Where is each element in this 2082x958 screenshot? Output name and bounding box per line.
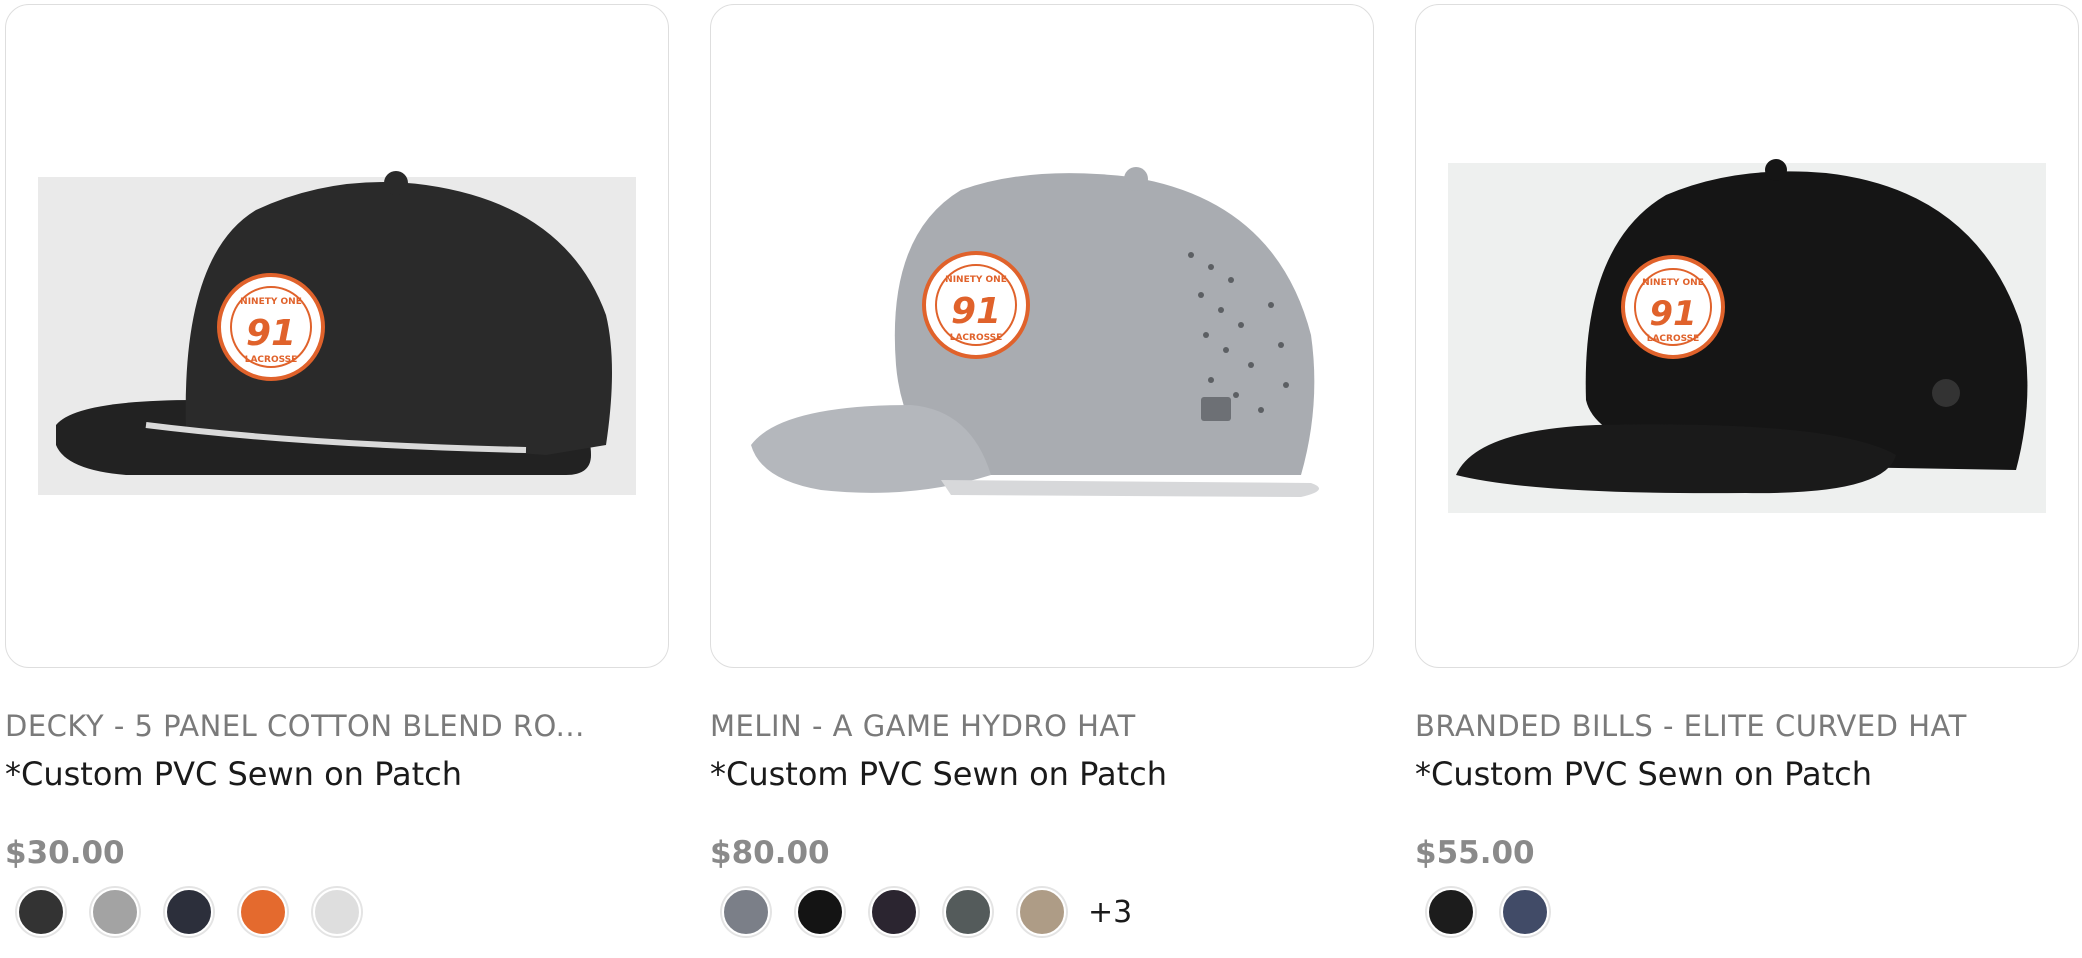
color-swatch[interactable] <box>944 888 992 936</box>
curved-hat-image: NINETY ONE 91 LACROSSE <box>1448 159 2046 513</box>
product-grid: NINETY ONE 91 LACROSSE DECKY - 5 PANEL C… <box>5 4 2079 937</box>
rope-hat-image: NINETY ONE 91 LACROSSE <box>38 171 636 495</box>
product-price: $80.00 <box>710 835 830 871</box>
product-price: $30.00 <box>5 835 125 871</box>
hydro-hat-image: NINETY ONE 91 LACROSSE <box>751 167 1319 497</box>
more-colors-link[interactable]: +3 <box>1088 895 1132 930</box>
color-swatch[interactable] <box>313 888 361 936</box>
svg-text:NINETY ONE: NINETY ONE <box>945 275 1007 285</box>
color-swatch[interactable] <box>1018 888 1066 936</box>
svg-text:LACROSSE: LACROSSE <box>950 333 1003 343</box>
product-price: $55.00 <box>1415 835 1535 871</box>
product-card[interactable]: NINETY ONE 91 LACROSSE MELIN - A GAME HY… <box>710 4 1374 937</box>
product-card[interactable]: NINETY ONE 91 LACROSSE BRANDED BILLS - E… <box>1415 4 2079 937</box>
color-swatch[interactable] <box>91 888 139 936</box>
product-title[interactable]: DECKY - 5 PANEL COTTON BLEND RO... <box>5 706 669 746</box>
ninety-one-patch-icon: NINETY ONE 91 LACROSSE <box>922 251 1030 359</box>
color-swatches: +3 <box>710 887 1374 937</box>
color-swatch[interactable] <box>17 888 65 936</box>
color-swatch[interactable] <box>1427 888 1475 936</box>
color-swatch[interactable] <box>796 888 844 936</box>
svg-text:LACROSSE: LACROSSE <box>1647 334 1700 344</box>
svg-text:NINETY ONE: NINETY ONE <box>240 297 302 307</box>
color-swatch[interactable] <box>1501 888 1549 936</box>
product-card[interactable]: NINETY ONE 91 LACROSSE DECKY - 5 PANEL C… <box>5 4 669 937</box>
product-title[interactable]: BRANDED BILLS - ELITE CURVED HAT <box>1415 706 2079 746</box>
product-subtitle[interactable]: *Custom PVC Sewn on Patch <box>5 753 669 795</box>
product-subtitle[interactable]: *Custom PVC Sewn on Patch <box>710 753 1374 795</box>
ninety-one-patch-icon: NINETY ONE 91 LACROSSE <box>217 273 325 381</box>
svg-text:NINETY ONE: NINETY ONE <box>1642 278 1704 288</box>
color-swatch[interactable] <box>165 888 213 936</box>
product-image[interactable]: NINETY ONE 91 LACROSSE <box>5 4 669 668</box>
color-swatch[interactable] <box>722 888 770 936</box>
color-swatch[interactable] <box>870 888 918 936</box>
color-swatch[interactable] <box>239 888 287 936</box>
svg-text:91: 91 <box>246 313 296 354</box>
svg-text:91: 91 <box>951 291 1001 332</box>
product-image[interactable]: NINETY ONE 91 LACROSSE <box>710 4 1374 668</box>
color-swatches <box>1415 887 2079 937</box>
svg-text:91: 91 <box>1649 294 1696 334</box>
product-image[interactable]: NINETY ONE 91 LACROSSE <box>1415 4 2079 668</box>
product-title[interactable]: MELIN - A GAME HYDRO HAT <box>710 706 1374 746</box>
product-subtitle[interactable]: *Custom PVC Sewn on Patch <box>1415 753 2079 795</box>
color-swatches <box>5 887 669 937</box>
svg-text:LACROSSE: LACROSSE <box>245 355 298 365</box>
ninety-one-patch-icon: NINETY ONE 91 LACROSSE <box>1621 255 1725 359</box>
